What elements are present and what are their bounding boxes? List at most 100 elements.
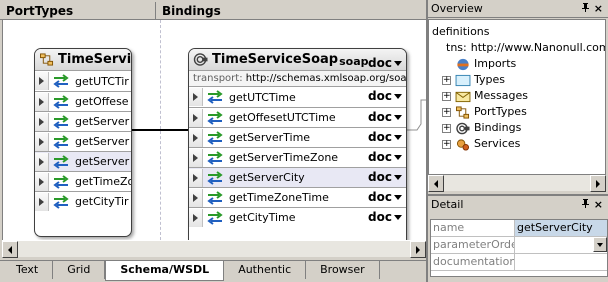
tree-item-label: Types [474,73,505,86]
expand-toggle[interactable] [189,188,203,207]
binding-style-dropdown[interactable]: doc [368,52,402,70]
scroll-right-button[interactable] [410,241,426,258]
porttype-operation-row[interactable]: getCityTir [35,191,131,211]
detail-row-parameterorder[interactable]: parameterOrder [431,237,607,254]
property-name: name [431,220,515,236]
operation-style-dropdown[interactable]: doc [368,190,402,204]
expand-plus-icon[interactable]: + [442,139,451,149]
tab-grid[interactable]: Grid [53,261,106,279]
binding-box-title[interactable]: TimeServiceSoap soap doc [189,49,406,71]
tree-item-services[interactable]: + Services [432,136,605,152]
porttype-box-title[interactable]: TimeServic [35,49,131,71]
binding-operation-row[interactable]: getServerCity doc [189,167,406,187]
operation-style-label: doc [368,130,392,144]
tree-definitions[interactable]: definitions [432,24,605,40]
operation-icon [207,110,223,125]
overview-scroll-left-button[interactable] [428,175,444,192]
close-icon[interactable]: × [594,196,603,214]
operation-label: getCityTime [229,211,296,224]
property-value-text: getServerCity [517,221,593,234]
property-value[interactable] [515,237,607,253]
operation-style-label: doc [368,190,392,204]
binding-operation-row[interactable]: getServerTimeZone doc [189,147,406,167]
pin-icon[interactable] [581,0,590,18]
detail-row-name[interactable]: name getServerCity [431,220,607,237]
operation-style-dropdown[interactable]: doc [368,110,402,124]
pin-icon[interactable] [581,196,590,214]
tree-item-messages[interactable]: + Messages [432,88,605,104]
expand-toggle[interactable] [189,128,203,147]
binding-operation-row[interactable]: getTimeZoneTime doc [189,187,406,207]
overview-scroll-right-button[interactable] [590,175,606,192]
binding-style-label: doc [368,56,392,70]
porttype-operation-row[interactable]: getServer [35,111,131,131]
tree-item-porttypes[interactable]: + PortTypes [432,104,605,120]
expand-plus-icon[interactable]: + [442,107,451,117]
porttype-operation-row[interactable]: getServer [35,151,131,171]
expand-toggle[interactable] [189,148,203,167]
operation-style-dropdown[interactable]: doc [368,150,402,164]
porttype-operation-row[interactable]: getUTCTir [35,71,131,91]
overview-panel: Overview × definitions tns: http://www.N… [426,0,608,194]
chevron-down-icon [394,194,402,200]
expand-toggle[interactable] [35,72,49,90]
detail-row-documentation[interactable]: documentation [431,254,607,271]
tree-item-types[interactable]: + Types [432,72,605,88]
binding-box[interactable]: TimeServiceSoap soap doc transport: http… [188,48,407,240]
property-value[interactable]: getServerCity [515,220,607,236]
binding-operation-row[interactable]: getUTCTime doc [189,87,406,107]
expand-plus-icon[interactable]: + [442,75,451,85]
porttype-box[interactable]: TimeServic getUTCTir getOffese getServer ge… [34,48,132,237]
binding-operation-row[interactable]: getOffesetUTCTime doc [189,107,406,127]
porttype-operation-row[interactable]: getOffese [35,91,131,111]
chevron-right-icon [193,133,198,142]
porttype-operation-row[interactable]: getServer [35,131,131,151]
operation-label: getUTCTime [229,90,296,104]
expand-toggle[interactable] [189,88,203,106]
expand-toggle[interactable] [35,152,49,171]
overview-horizontal-scrollbar[interactable] [428,175,606,192]
tab-authentic[interactable]: Authentic [224,261,307,279]
expand-toggle[interactable] [35,192,49,211]
binding-operation-row[interactable]: getCityTime doc [189,207,406,227]
chevron-right-icon [193,153,198,162]
expand-plus-icon[interactable]: + [442,91,451,101]
operation-label: getServer [75,115,130,128]
property-dropdown-button[interactable] [593,237,607,252]
expand-toggle[interactable] [189,108,203,127]
operation-icon [207,190,223,205]
expand-toggle[interactable] [35,92,49,111]
binding-operation-row[interactable]: getServerTime doc [189,127,406,147]
tab-text[interactable]: Text [2,261,54,279]
porttype-operation-row[interactable]: getTimeZo [35,171,131,191]
tab-browser[interactable]: Browser [306,261,380,279]
overview-title: Overview [431,2,483,15]
expand-toggle[interactable] [35,172,49,191]
property-value[interactable] [515,254,607,270]
overview-tree[interactable]: definitions tns: http://www.Nanonull.com… [428,19,606,175]
operation-style-dropdown[interactable]: doc [368,170,402,184]
tab-schema-wsdl[interactable]: Schema/WSDL [105,261,225,281]
expand-toggle[interactable] [189,208,203,227]
scroll-left-button[interactable] [2,241,18,258]
operation-style-dropdown[interactable]: doc [368,130,402,144]
operation-label: getTimeZo [75,175,131,188]
chevron-down-icon [394,174,402,180]
services-icon [456,138,470,151]
expand-toggle[interactable] [35,132,49,151]
expand-toggle[interactable] [189,168,203,187]
operation-style-label: doc [368,89,392,103]
chevron-down-icon [394,154,402,160]
expand-plus-icon[interactable]: + [442,123,451,133]
transport-label: transport: [193,73,243,84]
tree-item-imports[interactable]: Imports [432,56,605,72]
tree-item-bindings[interactable]: + Bindings [432,120,605,136]
horizontal-scrollbar[interactable] [2,240,426,258]
chevron-right-icon [39,197,44,206]
expand-toggle[interactable] [35,112,49,131]
wsdl-canvas[interactable]: TimeServic getUTCTir getOffese getServer ge… [2,20,426,240]
close-icon[interactable]: × [594,0,603,18]
property-name: parameterOrder [433,237,515,253]
operation-style-dropdown[interactable]: doc [368,89,402,103]
operation-style-dropdown[interactable]: doc [368,210,402,224]
